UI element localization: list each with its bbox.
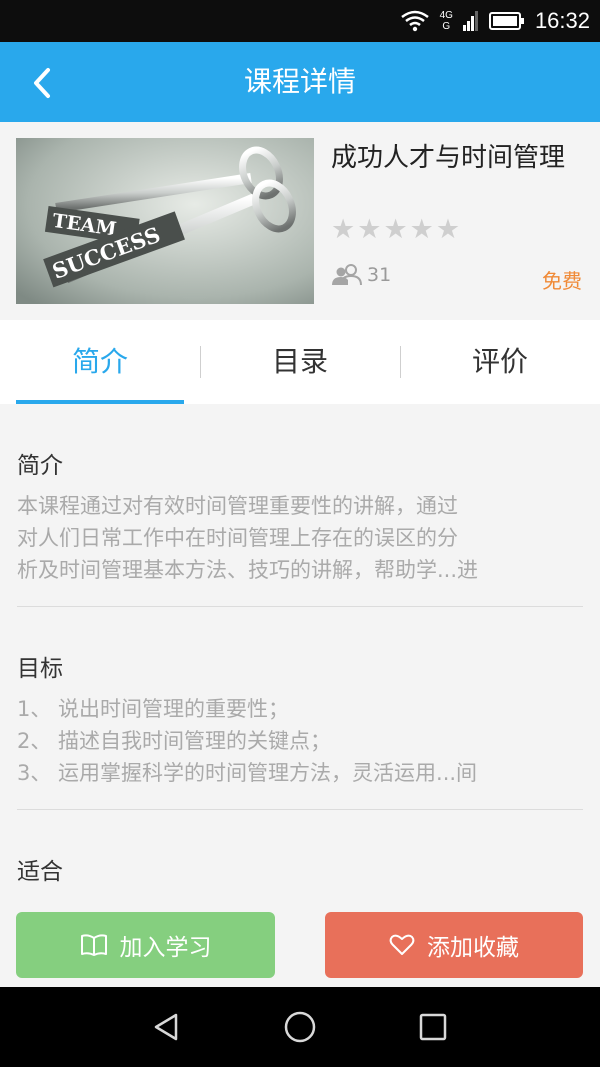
- section-title: 简介: [17, 453, 63, 479]
- star-icon: ★: [357, 214, 382, 245]
- star-icon: ★: [409, 214, 434, 245]
- course-name: 成功人才与时间管理: [331, 143, 566, 173]
- chevron-left-icon: [34, 68, 50, 98]
- tab-reviews[interactable]: 评价: [400, 320, 600, 404]
- nav-home-button[interactable]: [280, 1007, 320, 1047]
- join-study-label: 加入学习: [119, 935, 212, 961]
- triangle-back-icon: [154, 1013, 178, 1041]
- section-goals: 目标 1、 说出时间管理的重要性； 2、 描述自我时间管理的关键点； 3、 运用…: [0, 607, 600, 810]
- section-body: 本课程通过对有效时间管理重要性的讲解，通过 对人们日常工作中在时间管理上存在的误…: [17, 490, 583, 586]
- section-intro: 简介 本课程通过对有效时间管理重要性的讲解，通过 对人们日常工作中在时间管理上存…: [0, 404, 600, 607]
- status-bar: 4G G 16:32: [0, 0, 600, 42]
- star-icon: ★: [435, 214, 461, 245]
- users-icon: [332, 264, 362, 286]
- section-title: 目标: [17, 656, 63, 682]
- add-favorite-button[interactable]: 添加收藏: [325, 912, 583, 978]
- circle-home-icon: [284, 1011, 316, 1043]
- section-title: 适合: [17, 859, 63, 885]
- battery-icon: [488, 12, 524, 30]
- heart-icon: [389, 934, 415, 955]
- signal-icon: [462, 11, 478, 31]
- tab-divider: [400, 346, 401, 378]
- course-thumbnail[interactable]: TEAM SUCCESS: [16, 138, 314, 304]
- price-label: 免费: [542, 269, 582, 293]
- star-icon: ★: [331, 214, 356, 245]
- rating-stars: ★ ★ ★ ★ ★: [331, 216, 460, 244]
- add-favorite-label: 添加收藏: [427, 935, 519, 961]
- intro-line: 析及时间管理基本方法、技巧的讲解，帮助学...进: [17, 558, 479, 582]
- network-type: 4G G: [439, 10, 453, 32]
- star-icon: ★: [383, 214, 408, 245]
- goal-line: 1、 说出时间管理的重要性；: [17, 697, 290, 721]
- system-nav-bar: [0, 987, 600, 1067]
- intro-content[interactable]: 简介 本课程通过对有效时间管理重要性的讲解，通过 对人们日常工作中在时间管理上存…: [0, 404, 600, 907]
- status-icons: 4G G 16:32: [400, 0, 590, 42]
- intro-line: 对人们日常工作中在时间管理上存在的误区的分: [17, 526, 458, 550]
- tab-intro[interactable]: 简介: [0, 320, 200, 404]
- book-icon: [80, 934, 107, 956]
- title-bar: 课程详情: [0, 42, 600, 122]
- goal-line: 3、 运用掌握科学的时间管理方法，灵活运用...间: [17, 761, 478, 785]
- nav-back-button[interactable]: [148, 1007, 188, 1047]
- learner-count-value: 31: [367, 264, 392, 286]
- page-title: 课程详情: [243, 65, 356, 98]
- course-header: TEAM SUCCESS 成功人才与时间管理 ★ ★ ★ ★ ★ 31 免费: [0, 122, 600, 320]
- action-bar: 加入学习 添加收藏: [0, 907, 600, 987]
- wifi-icon: [400, 10, 429, 32]
- status-time: 16:32: [534, 8, 590, 33]
- detail-tabs: 简介 目录 评价: [0, 320, 600, 404]
- goal-line: 2、 描述自我时间管理的关键点；: [17, 729, 332, 753]
- join-study-button[interactable]: 加入学习: [16, 912, 275, 978]
- tab-catalog[interactable]: 目录: [200, 320, 400, 404]
- intro-line: 本课程通过对有效时间管理重要性的讲解，通过: [17, 494, 458, 518]
- square-recents-icon: [419, 1013, 447, 1041]
- nav-recents-button[interactable]: [413, 1007, 453, 1047]
- section-body: 1、 说出时间管理的重要性； 2、 描述自我时间管理的关键点； 3、 运用掌握科…: [17, 693, 583, 789]
- section-audience: 适合: [0, 810, 600, 888]
- tab-divider: [200, 346, 201, 378]
- back-button[interactable]: [20, 60, 66, 106]
- learner-count: 31: [331, 264, 391, 286]
